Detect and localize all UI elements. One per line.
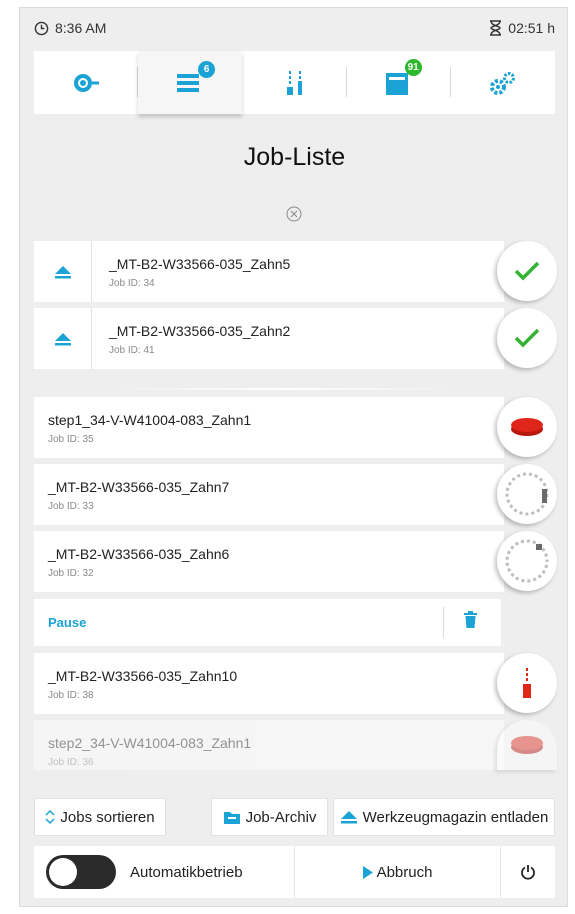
tab-settings[interactable] bbox=[451, 51, 555, 114]
check-icon bbox=[514, 328, 540, 348]
tool-wheel-icon bbox=[505, 472, 549, 516]
job-row[interactable]: _MT-B2-W33566-035_Zahn5 Job ID: 34 bbox=[34, 241, 504, 302]
job-count-badge: 6 bbox=[198, 61, 216, 78]
abort-label: Abbruch bbox=[376, 863, 433, 881]
play-icon bbox=[362, 865, 373, 879]
job-status-done[interactable] bbox=[497, 241, 557, 301]
job-name: step2_34-V-W41004-083_Zahn1 bbox=[48, 735, 252, 751]
tool-wheel-icon bbox=[505, 539, 549, 583]
job-status-tool[interactable] bbox=[497, 531, 557, 591]
eject-icon bbox=[54, 265, 71, 278]
eject-icon bbox=[54, 332, 71, 345]
auto-mode-toggle[interactable] bbox=[46, 855, 116, 889]
eject-button[interactable] bbox=[34, 241, 92, 302]
job-name: _MT-B2-W33566-035_Zahn5 bbox=[109, 256, 291, 272]
job-archive-label: Job-Archiv bbox=[245, 808, 317, 826]
job-row[interactable]: _MT-B2-W33566-035_Zahn7 Job ID: 33 bbox=[34, 464, 504, 525]
job-id: Job ID: 32 bbox=[48, 568, 94, 579]
job-status-done[interactable] bbox=[497, 308, 557, 368]
tab-magazine[interactable]: 91 bbox=[347, 51, 451, 114]
elapsed-time: 02:51 h bbox=[508, 20, 555, 36]
red-tool-icon bbox=[523, 668, 531, 698]
eject-button[interactable] bbox=[34, 308, 92, 369]
delete-pause-button[interactable] bbox=[464, 611, 477, 633]
section-divider bbox=[110, 388, 460, 390]
unload-magazine-label: Werkzeugmagazin entladen bbox=[362, 808, 549, 826]
job-id: Job ID: 33 bbox=[48, 501, 94, 512]
job-name: step1_34-V-W41004-083_Zahn1 bbox=[48, 412, 252, 428]
job-row[interactable]: step1_34-V-W41004-083_Zahn1 Job ID: 35 bbox=[34, 397, 504, 458]
tools-icon bbox=[286, 70, 302, 95]
job-status-tool[interactable] bbox=[497, 464, 557, 524]
sort-jobs-button[interactable]: Jobs sortieren bbox=[34, 798, 166, 836]
clock-time: 8:36 AM bbox=[55, 20, 107, 36]
job-name: _MT-B2-W33566-035_Zahn10 bbox=[48, 668, 238, 684]
machine-icon bbox=[74, 73, 100, 92]
job-name: _MT-B2-W33566-035_Zahn7 bbox=[48, 479, 230, 495]
power-icon bbox=[521, 865, 535, 880]
hourglass-icon bbox=[490, 20, 502, 36]
clock: 8:36 AM bbox=[34, 20, 106, 36]
abort-button[interactable]: Abbruch bbox=[295, 846, 501, 898]
check-icon bbox=[514, 261, 540, 281]
sort-arrows-icon bbox=[45, 809, 55, 825]
main-nav: 6 91 bbox=[34, 51, 555, 114]
job-name: _MT-B2-W33566-035_Zahn2 bbox=[109, 323, 291, 339]
sort-jobs-label: Jobs sortieren bbox=[60, 808, 155, 826]
job-row[interactable]: _MT-B2-W33566-035_Zahn2 Job ID: 41 bbox=[34, 308, 504, 369]
job-name: _MT-B2-W33566-035_Zahn6 bbox=[48, 546, 230, 562]
job-id: Job ID: 35 bbox=[48, 434, 94, 445]
elapsed-timer: 02:51 h bbox=[489, 20, 555, 36]
clear-filter-icon[interactable] bbox=[286, 206, 302, 227]
job-status-tool[interactable] bbox=[497, 653, 557, 713]
magazine-count-badge: 91 bbox=[404, 59, 422, 76]
auto-mode-label: Automatikbetrieb bbox=[130, 863, 243, 881]
trash-icon bbox=[464, 611, 477, 628]
disc-red-icon bbox=[511, 418, 543, 436]
job-row[interactable]: _MT-B2-W33566-035_Zahn6 Job ID: 32 bbox=[34, 531, 504, 592]
tab-machine[interactable] bbox=[34, 51, 139, 114]
clock-icon bbox=[34, 21, 49, 35]
job-row[interactable]: _MT-B2-W33566-035_Zahn10 Job ID: 38 bbox=[34, 653, 504, 714]
pause-label: Pause bbox=[48, 615, 87, 630]
job-id: Job ID: 38 bbox=[48, 690, 94, 701]
settings-gears-icon bbox=[489, 71, 515, 95]
job-id: Job ID: 34 bbox=[109, 278, 155, 289]
unload-magazine-button[interactable]: Werkzeugmagazin entladen bbox=[333, 798, 555, 836]
power-button[interactable] bbox=[501, 846, 555, 898]
job-id: Job ID: 41 bbox=[109, 345, 155, 356]
job-archive-button[interactable]: Job-Archiv bbox=[211, 798, 328, 836]
page-title: Job-Liste bbox=[243, 143, 346, 171]
app-frame: 8:36 AM 02:51 h 6 91 Job-Liste _MT-B2-W3… bbox=[19, 7, 568, 907]
job-row[interactable]: step2_34-V-W41004-083_Zahn1 Job ID: 36 bbox=[34, 720, 504, 770]
archive-folder-icon bbox=[223, 811, 240, 824]
status-bar: 8:36 AM 02:51 h bbox=[20, 8, 569, 48]
bottom-bar: Automatikbetrieb Abbruch bbox=[34, 846, 555, 898]
eject-icon bbox=[340, 811, 357, 824]
job-status-active[interactable] bbox=[497, 720, 557, 770]
job-status-active[interactable] bbox=[497, 397, 557, 457]
tab-job-list[interactable]: 6 bbox=[138, 51, 243, 114]
auto-mode-control: Automatikbetrieb bbox=[34, 846, 295, 898]
job-id: Job ID: 36 bbox=[48, 757, 94, 768]
disc-red-icon bbox=[511, 736, 543, 754]
tab-tools[interactable] bbox=[242, 51, 347, 114]
pause-row[interactable]: Pause bbox=[34, 599, 501, 646]
